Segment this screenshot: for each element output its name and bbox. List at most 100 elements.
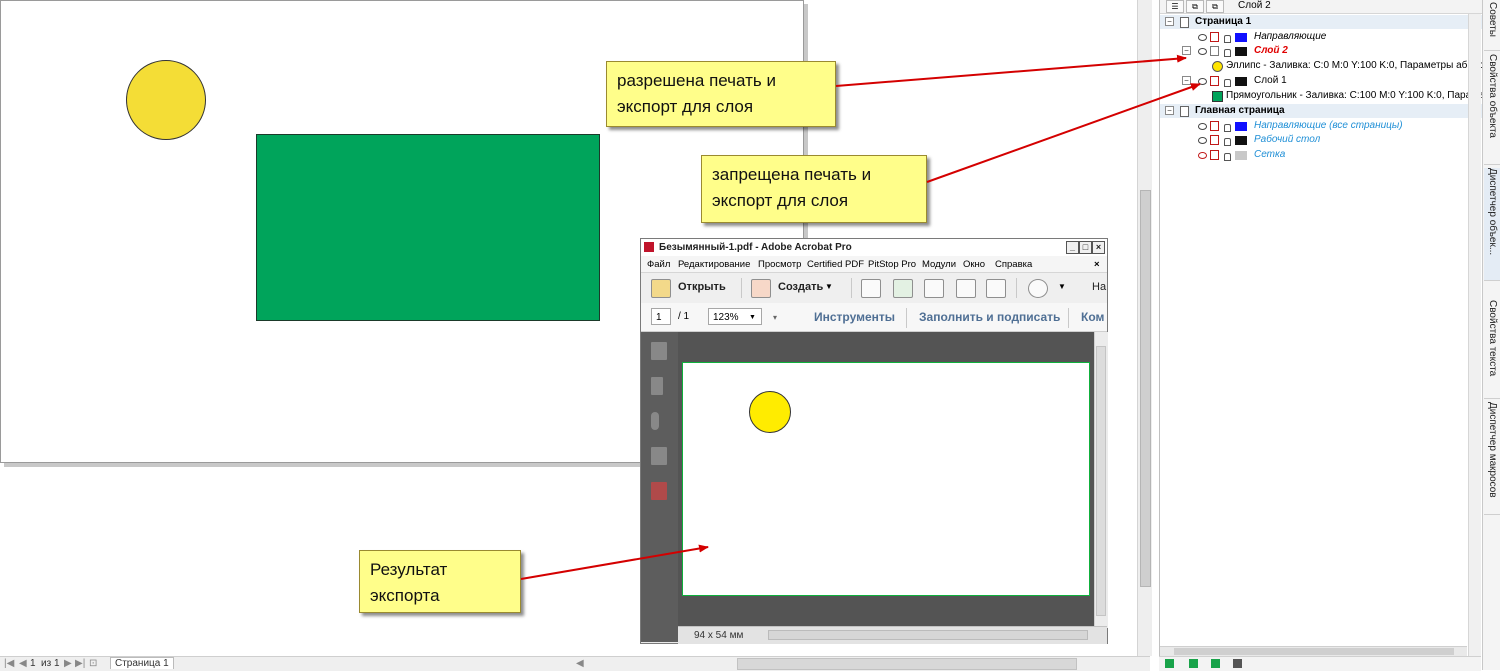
tree-row-rectangle[interactable]: Прямоугольник - Заливка: C:100 M:0 Y:100…	[1160, 89, 1493, 103]
edit-icon[interactable]	[956, 279, 976, 298]
acrobat-toolbar: Открыть Создать ▼ ▼ На	[641, 272, 1107, 304]
yellow-ellipse[interactable]	[126, 60, 206, 140]
pdf-page[interactable]	[682, 362, 1090, 596]
menu-file[interactable]: Файл	[647, 259, 670, 270]
collapse-icon[interactable]: −	[1165, 17, 1174, 26]
comment-link[interactable]: Ком	[1081, 310, 1104, 324]
last-page-icon[interactable]: ▶|	[75, 658, 85, 669]
scrollbar-thumb[interactable]	[1140, 190, 1151, 587]
docker-tab-macro-manager[interactable]: Диспетчер макросов	[1484, 402, 1500, 515]
tree-row-layer-2[interactable]: − Слой 2	[1160, 44, 1482, 58]
settings-gear-icon[interactable]	[1028, 279, 1048, 298]
close-button[interactable]: ×	[1092, 241, 1105, 254]
create-button[interactable]: Создать	[778, 281, 823, 293]
tools-link[interactable]: Инструменты	[814, 310, 895, 324]
docker-tab-hints[interactable]: Советы	[1484, 2, 1500, 51]
visibility-eye-icon[interactable]	[1198, 78, 1207, 85]
menu-plugins[interactable]: Модули	[922, 259, 956, 270]
tree-row-guides[interactable]: Направляющие	[1160, 30, 1482, 44]
chevron-down-icon[interactable]: ▼	[1058, 282, 1066, 291]
tree-row-guides-all-pages[interactable]: Направляющие (все страницы)	[1160, 119, 1482, 133]
chevron-down-icon[interactable]: ▼	[749, 314, 756, 321]
add-page-icon[interactable]: ⊡	[89, 658, 97, 669]
tree-row-grid[interactable]: Сетка	[1160, 148, 1482, 162]
print-icon[interactable]	[924, 279, 944, 298]
scrollbar-thumb[interactable]	[1174, 648, 1454, 655]
collapse-icon[interactable]: −	[1165, 106, 1174, 115]
collapse-icon[interactable]: −	[1182, 46, 1191, 55]
scroll-left-icon[interactable]: ◀	[576, 658, 584, 669]
canvas-horizontal-scrollbar[interactable]	[737, 658, 1077, 670]
document-view[interactable]	[678, 332, 1094, 626]
minimize-button[interactable]: _	[1066, 241, 1079, 254]
open-button[interactable]: Открыть	[678, 281, 726, 293]
lock-icon[interactable]	[1224, 79, 1231, 87]
open-folder-icon[interactable]	[651, 279, 671, 298]
collapse-icon[interactable]: −	[1182, 76, 1191, 85]
tree-row-page-1[interactable]: − Страница 1	[1160, 15, 1482, 29]
next-page-icon[interactable]: ▶	[64, 658, 72, 669]
first-page-icon[interactable]: |◀	[4, 658, 14, 669]
close-document-icon[interactable]: ×	[1094, 259, 1100, 270]
docker-tab-object-manager[interactable]: Диспетчер объек...	[1484, 168, 1500, 281]
scrollbar-thumb[interactable]	[1096, 346, 1106, 616]
visibility-eye-icon[interactable]	[1198, 123, 1207, 130]
document-horizontal-scrollbar[interactable]	[768, 630, 1088, 640]
printer-icon[interactable]	[1210, 150, 1219, 160]
layer-color-swatch	[1235, 77, 1247, 86]
chevron-down-icon[interactable]: ▼	[825, 282, 833, 291]
page-number-input[interactable]: 1	[651, 308, 671, 325]
lock-icon[interactable]	[1224, 153, 1231, 161]
printer-icon[interactable]	[1210, 76, 1219, 86]
document-vertical-scrollbar[interactable]	[1094, 332, 1108, 628]
printer-icon[interactable]	[1210, 46, 1219, 56]
menu-window[interactable]: Окно	[963, 259, 985, 270]
menu-pitstop[interactable]: PitStop Pro	[868, 259, 916, 270]
docker-tab-object-properties[interactable]: Свойства объекта	[1484, 54, 1500, 165]
menu-help[interactable]: Справка	[995, 259, 1032, 270]
lock-icon[interactable]	[1224, 138, 1231, 146]
printer-icon[interactable]	[1210, 135, 1219, 145]
menu-edit[interactable]: Редактирование	[678, 259, 750, 270]
menu-certified-pdf[interactable]: Certified PDF	[807, 259, 864, 270]
maximize-button[interactable]: □	[1079, 241, 1092, 254]
attachments-icon[interactable]	[651, 412, 659, 430]
create-pdf-icon[interactable]	[751, 279, 771, 298]
menu-view[interactable]: Просмотр	[758, 259, 801, 270]
lock-icon[interactable]	[1224, 124, 1231, 132]
object-manager-vertical-scrollbar[interactable]	[1468, 14, 1481, 656]
docker-tab-text-properties[interactable]: Свойства текста	[1484, 300, 1500, 399]
page-tab[interactable]: Страница 1	[110, 657, 174, 669]
overflow-chevron-icon[interactable]: ▾	[773, 313, 777, 322]
prev-page-icon[interactable]: ◀	[19, 658, 27, 669]
layer-manager-view-icon[interactable]: ⧉	[1206, 0, 1224, 13]
tree-row-master-page[interactable]: − Главная страница	[1160, 104, 1482, 118]
show-properties-icon[interactable]: ☰	[1166, 0, 1184, 13]
signatures-icon[interactable]	[651, 447, 667, 465]
new-master-layer-icon[interactable]	[1189, 659, 1198, 668]
lock-icon[interactable]	[1224, 49, 1231, 57]
tree-row-desktop[interactable]: Рабочий стол	[1160, 133, 1482, 147]
printer-icon[interactable]	[1210, 32, 1219, 42]
edit-across-layers-icon[interactable]: ⧉	[1186, 0, 1204, 13]
visibility-eye-icon[interactable]	[1198, 34, 1207, 41]
bookmarks-icon[interactable]	[651, 377, 663, 395]
new-layer-icon[interactable]	[1165, 659, 1174, 668]
email-icon[interactable]	[986, 279, 1006, 298]
canvas-vertical-scrollbar[interactable]	[1137, 0, 1152, 656]
tree-row-ellipse[interactable]: Эллипс - Заливка: C:0 M:0 Y:100 K:0, Пар…	[1160, 59, 1500, 73]
tree-row-layer-1[interactable]: − Слой 1	[1160, 74, 1482, 88]
visibility-eye-icon[interactable]	[1198, 152, 1207, 159]
new-master-layer-all-icon[interactable]	[1211, 659, 1220, 668]
fill-and-sign-link[interactable]: Заполнить и подписать	[919, 310, 1060, 324]
save-icon[interactable]	[861, 279, 881, 298]
delete-icon[interactable]	[1233, 659, 1242, 668]
printer-icon[interactable]	[1210, 121, 1219, 131]
lock-icon[interactable]	[1224, 35, 1231, 43]
pdf-layers-icon[interactable]	[651, 482, 667, 500]
visibility-eye-icon[interactable]	[1198, 137, 1207, 144]
green-rectangle[interactable]	[256, 134, 600, 321]
cloud-upload-icon[interactable]	[893, 279, 913, 298]
visibility-eye-icon[interactable]	[1198, 48, 1207, 55]
page-thumbnails-icon[interactable]	[651, 342, 667, 360]
